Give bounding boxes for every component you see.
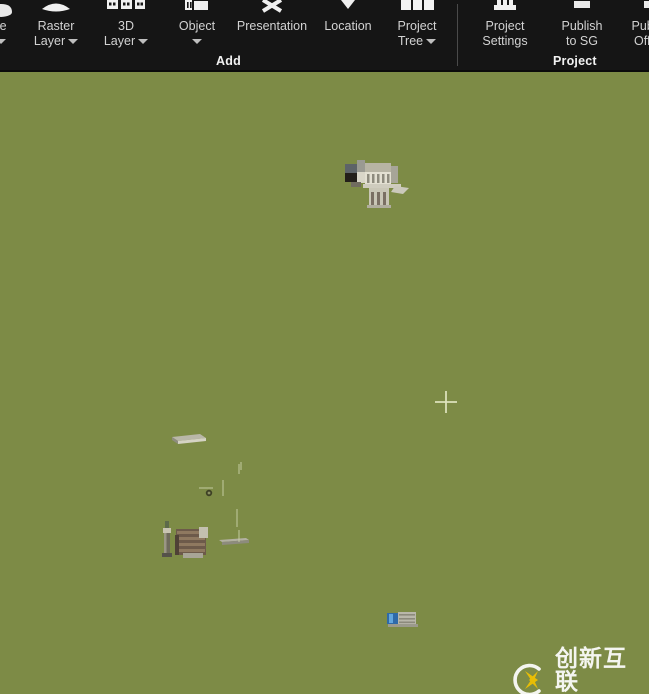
- ribbon-item-label: Publish: [631, 19, 649, 33]
- object-icon: [166, 0, 228, 20]
- ribbon-item-sublabel: Layer: [103, 34, 136, 48]
- scene-pole: [238, 530, 240, 542]
- ribbon-item-label-2: Settings: [465, 34, 545, 49]
- scene-pole: [222, 480, 224, 496]
- chevron-down-icon[interactable]: [426, 39, 437, 44]
- ribbon-item-publish-to-sg[interactable]: Publish to SG: [546, 0, 618, 52]
- application-window: re Raster Layer: [0, 0, 649, 694]
- ribbon-group-add: re Raster Layer: [0, 0, 457, 72]
- ribbon-item-project-tree[interactable]: Project Tree: [383, 0, 451, 52]
- crosshair-cursor: [435, 391, 457, 413]
- ribbon-item-publish-offline[interactable]: Publish Offline: [616, 0, 649, 52]
- ribbon-item-sublabel: Settings: [482, 34, 528, 48]
- ribbon-item-label: Location: [324, 19, 372, 33]
- 3d-scene-viewport[interactable]: 创新互联 CHUANG XIN HU LIAN: [0, 72, 649, 694]
- ribbon-item-label: Project: [397, 19, 437, 33]
- ribbon-item-label-2: Offline: [616, 34, 649, 49]
- location-icon: [316, 0, 380, 20]
- scene-pole: [240, 462, 242, 470]
- model-wall[interactable]: [218, 534, 250, 545]
- ribbon-toolbar: re Raster Layer: [0, 0, 649, 72]
- watermark-text: 创新互联 CHUANG XIN HU LIAN: [555, 648, 649, 694]
- ribbon-item-3d-layer[interactable]: 3D Layer: [94, 0, 158, 52]
- ribbon-item-label-2: Layer: [23, 34, 89, 49]
- ribbon-item-presentation[interactable]: Presentation: [228, 0, 316, 52]
- cx-circle-logo-icon: [508, 660, 548, 694]
- ribbon-group-project: Project Settings Publish to SG Publish: [458, 0, 649, 72]
- chevron-down-icon[interactable]: [68, 39, 79, 44]
- publish-offline-icon: [616, 0, 649, 20]
- ribbon-item-label: Publish: [561, 19, 603, 33]
- scene-pole: [199, 487, 213, 489]
- model-block-building[interactable]: [175, 525, 209, 559]
- ribbon-item-label: Project: [485, 19, 525, 33]
- ribbon-item-label-2: Layer: [94, 34, 158, 49]
- model-long-low-building[interactable]: [170, 432, 208, 446]
- 3d-layer-icon: [94, 0, 158, 20]
- model-main-building-complex[interactable]: [343, 158, 413, 214]
- ribbon-item-sublabel: Tree: [397, 34, 424, 48]
- project-tree-icon: [383, 0, 451, 20]
- ribbon-group-label-add: Add: [216, 54, 241, 68]
- ribbon-group-label-project: Project: [553, 54, 597, 68]
- model-tower[interactable]: [161, 521, 174, 557]
- publish-icon: [546, 0, 618, 20]
- ribbon-item-sublabel: Offline: [634, 34, 649, 48]
- ribbon-item-label: Presentation: [236, 19, 308, 33]
- ribbon-item-object[interactable]: Object: [166, 0, 228, 52]
- ribbon-item-label: Object: [178, 19, 216, 33]
- ribbon-item-sublabel: to SG: [566, 34, 598, 48]
- raster-layer-icon: [23, 0, 89, 20]
- gear-icon: [465, 0, 545, 20]
- ribbon-item-label-2: Tree: [383, 34, 451, 49]
- ribbon-item-label-2: to SG: [546, 34, 618, 49]
- ribbon-item-project-settings[interactable]: Project Settings: [465, 0, 545, 52]
- scene-pole: [236, 509, 238, 527]
- ribbon-item-sublabel: Layer: [33, 34, 66, 48]
- ribbon-item-raster-layer[interactable]: Raster Layer: [23, 0, 89, 52]
- ribbon-item-label: 3D: [118, 19, 134, 33]
- chevron-down-icon[interactable]: [166, 34, 228, 49]
- ribbon-item-location[interactable]: Location: [316, 0, 380, 52]
- watermark-logo: 创新互联 CHUANG XIN HU LIAN: [508, 648, 649, 694]
- watermark-chinese: 创新互联: [555, 646, 627, 694]
- model-blue-building[interactable]: [386, 609, 424, 629]
- ribbon-item-label: Raster: [37, 19, 75, 33]
- presentation-icon: [228, 0, 316, 20]
- chevron-down-icon[interactable]: [138, 39, 149, 44]
